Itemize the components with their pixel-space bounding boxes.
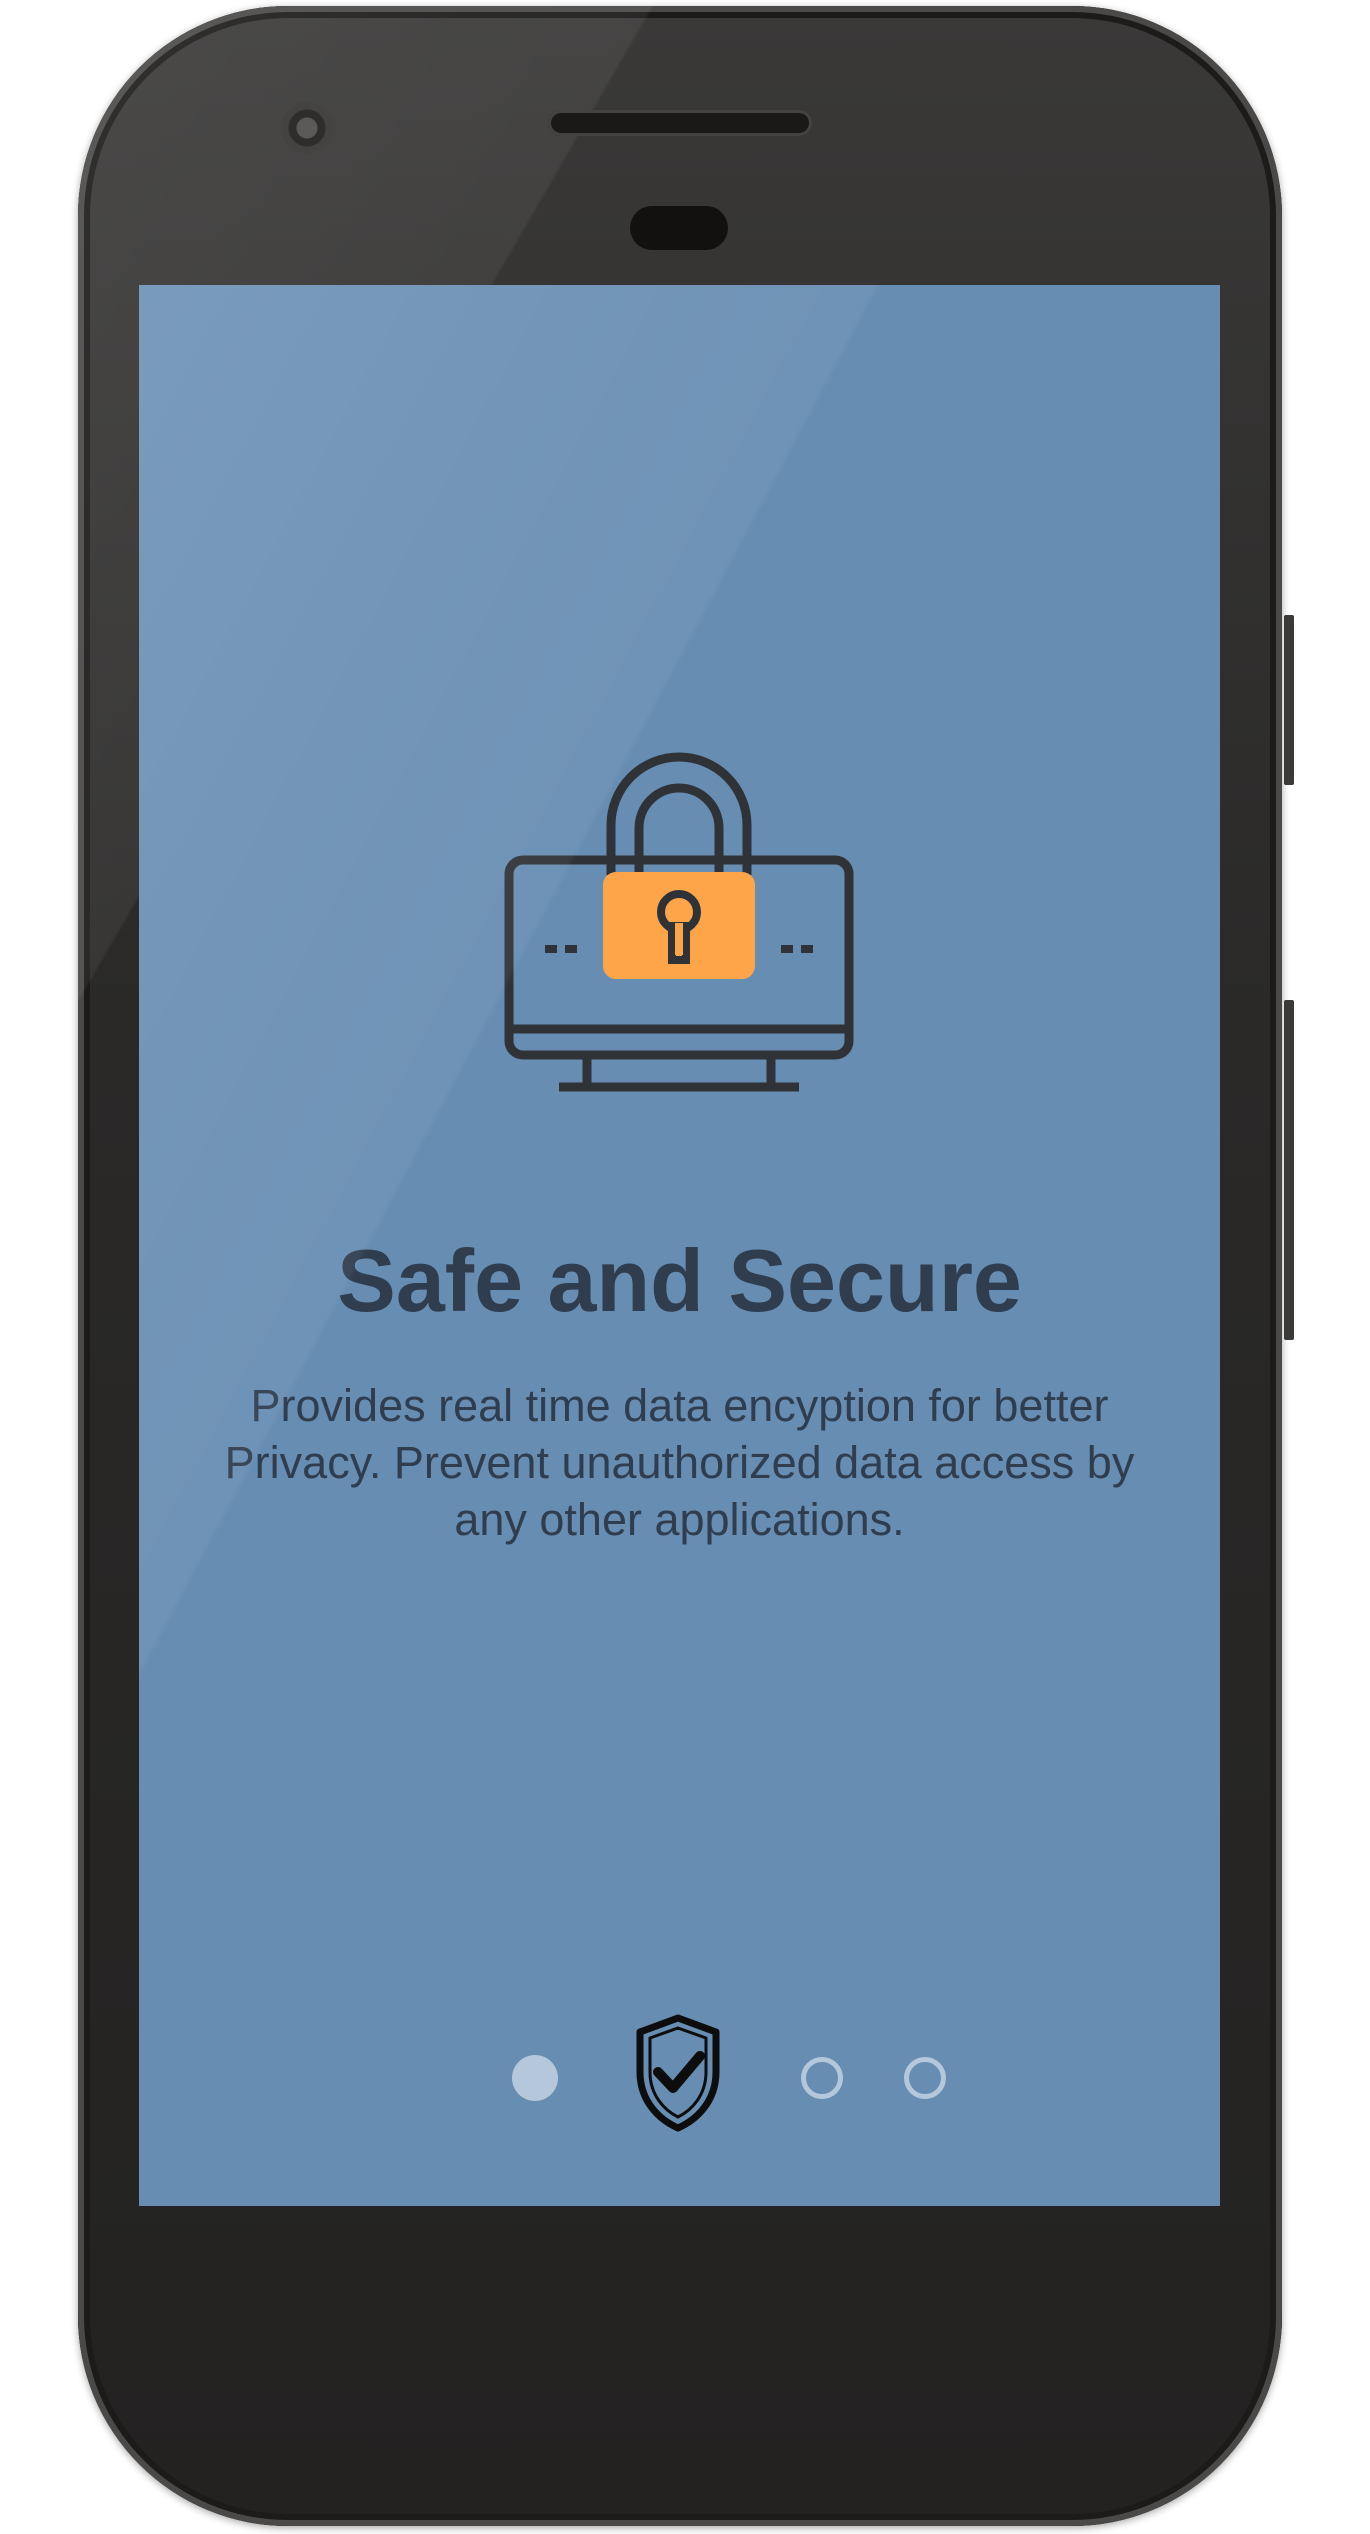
earpiece-speaker [548,110,812,136]
power-button [1284,615,1294,785]
page-indicator [139,2010,1220,2140]
page-description: Provides real time data encyption for be… [224,1380,1135,1545]
page-dot-3[interactable] [801,2057,843,2099]
lock-on-monitor-icon [479,740,879,1140]
onboarding-screen[interactable]: Safe and Secure Provides real time data … [139,285,1220,2206]
proximity-sensor [630,206,728,250]
shield-check-icon[interactable] [630,2010,726,2140]
page-dot-4[interactable] [904,2057,946,2099]
front-camera [281,102,333,154]
page-title: Safe and Secure [337,1231,1022,1330]
page-dot-1[interactable] [512,2055,558,2101]
volume-button [1284,1000,1294,1340]
